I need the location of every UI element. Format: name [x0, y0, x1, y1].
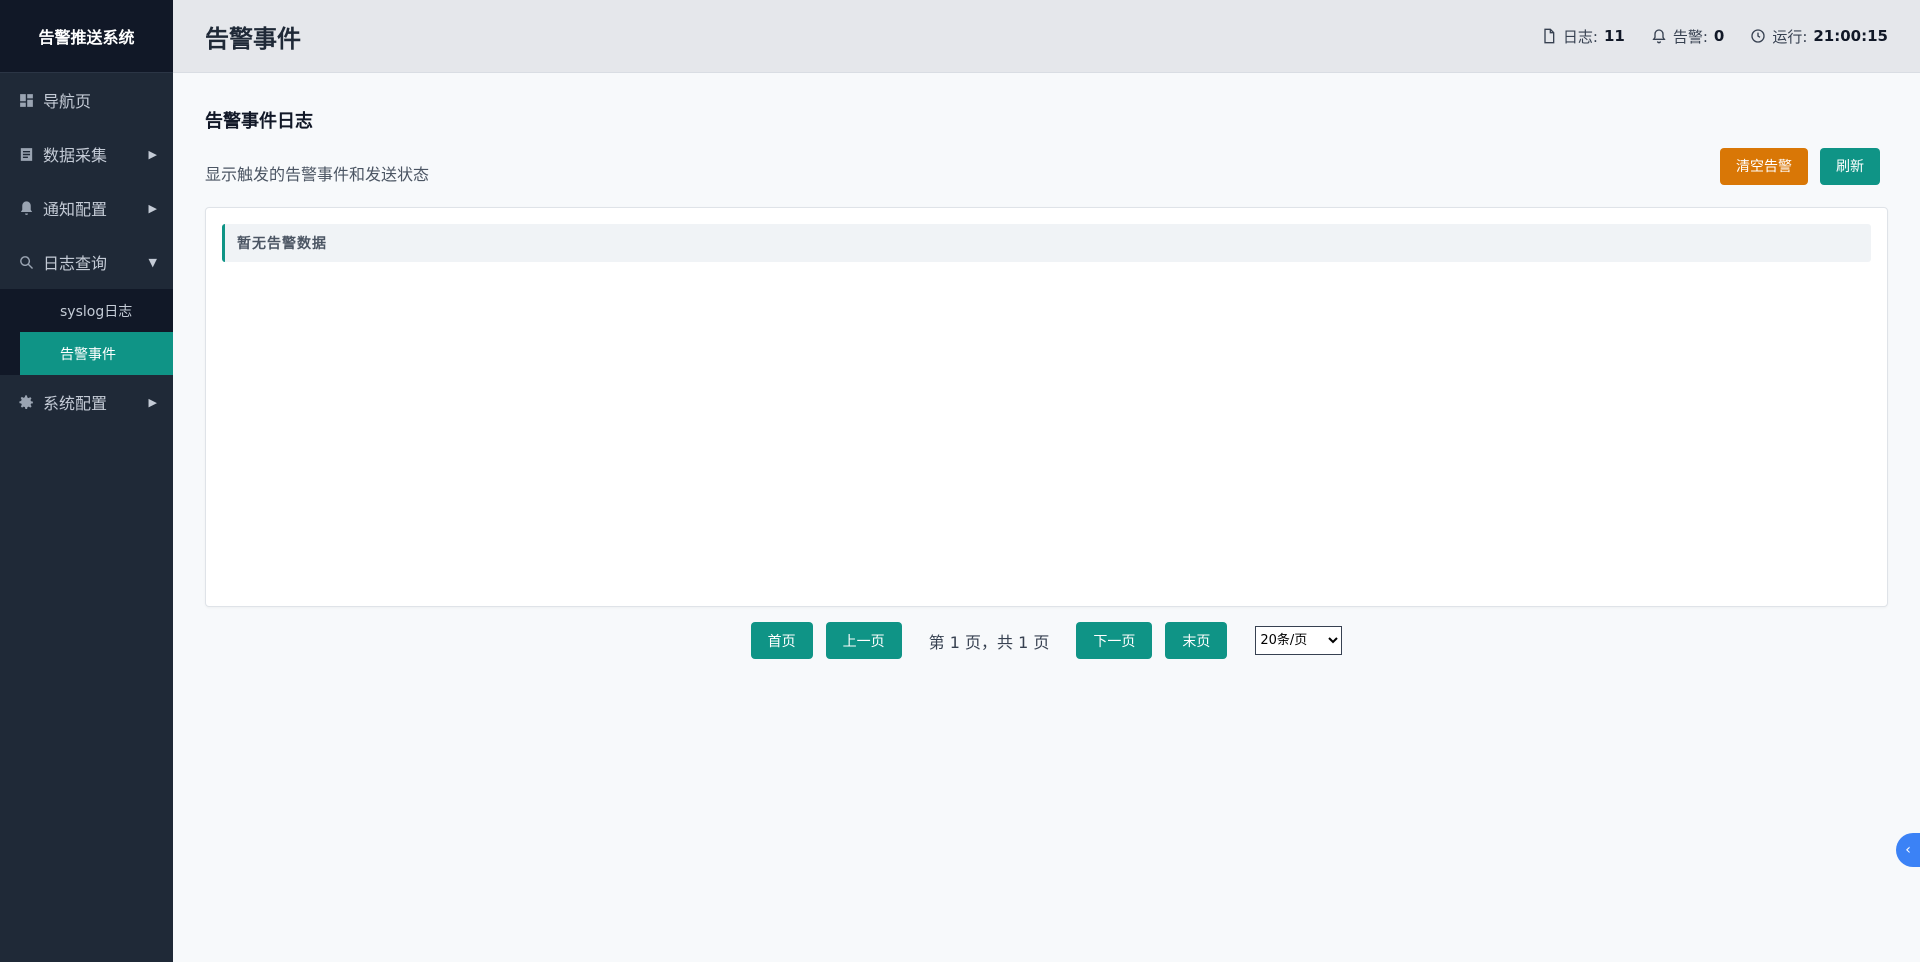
alert-count-value: 0 [1713, 27, 1725, 45]
last-page-button[interactable]: 末页 [1165, 622, 1228, 659]
next-page-button[interactable]: 下一页 [1076, 622, 1153, 659]
sidebar-item-label: 日志查询 [43, 254, 108, 273]
first-page-button[interactable]: 首页 [750, 622, 813, 659]
content-area: 告警事件日志 显示触发的告警事件和发送状态 清空告警 刷新 暂无告警数据 首页 … [173, 73, 1920, 962]
log-count-value: 11 [1603, 27, 1625, 45]
page-title: 告警事件 [205, 24, 301, 53]
sidebar-item-system-config[interactable]: 系统配置 ▶ [0, 375, 173, 429]
collapse-panel-handle[interactable]: ‹ [1896, 833, 1920, 867]
runtime-stat: 运行: 21:00:15 [1750, 26, 1888, 47]
empty-state-message: 暂无告警数据 [222, 224, 1871, 262]
expand-arrow-icon: ▶ [148, 147, 157, 161]
bell-icon [1652, 29, 1666, 44]
runtime-value: 21:00:15 [1813, 27, 1888, 45]
main-area: 告警事件 日志: 11 告警: 0 运行: 21:00:15 告警事件日志 显示… [173, 0, 1920, 962]
collapse-arrow-icon: ▼ [148, 255, 157, 269]
expand-arrow-icon: ▶ [148, 395, 157, 409]
sidebar-subitem-syslog[interactable]: syslog日志 [0, 289, 173, 332]
sidebar-item-log-query[interactable]: 日志查询 ▼ [0, 235, 173, 289]
page-size-select[interactable]: 20条/页 [1255, 626, 1343, 655]
sidebar-item-label: 通知配置 [43, 200, 108, 219]
log-count-stat: 日志: 11 [1541, 26, 1625, 47]
sidebar-item-notification[interactable]: 通知配置 ▶ [0, 181, 173, 235]
action-buttons: 清空告警 刷新 [1720, 147, 1880, 185]
sidebar: 告警推送系统 导航页 数据采集 ▶ 通知配置 ▶ 日志查询 ▼ syslog日志… [0, 0, 173, 962]
status-stats: 日志: 11 告警: 0 运行: 21:00:15 [1541, 26, 1888, 47]
alert-events-panel: 暂无告警数据 [205, 207, 1888, 607]
sidebar-subitem-alert-events[interactable]: 告警事件 [20, 332, 173, 375]
top-bar: 告警事件 日志: 11 告警: 0 运行: 21:00:15 [173, 0, 1920, 73]
section-title: 告警事件日志 [205, 111, 313, 132]
page-info: 第 1 页，共 1 页 [928, 632, 1050, 652]
clear-alerts-button[interactable]: 清空告警 [1720, 147, 1808, 185]
bell-icon [17, 199, 35, 217]
chevron-left-icon: ‹ [1905, 842, 1911, 858]
alert-count-stat: 告警: 0 [1651, 26, 1725, 47]
section-description: 显示触发的告警事件和发送状态 [205, 165, 430, 184]
alert-count-label: 告警: [1672, 27, 1708, 46]
brand-title: 告警推送系统 [0, 0, 173, 73]
search-icon [17, 253, 35, 271]
clock-icon [1751, 29, 1765, 43]
log-query-submenu: syslog日志 告警事件 [0, 289, 173, 375]
sidebar-item-label: 系统配置 [43, 394, 108, 413]
expand-arrow-icon: ▶ [148, 201, 157, 215]
dashboard-icon [17, 91, 35, 109]
file-icon [1544, 28, 1555, 44]
document-icon [17, 145, 35, 163]
sidebar-item-label: 导航页 [43, 92, 92, 111]
sidebar-item-data-collection[interactable]: 数据采集 ▶ [0, 127, 173, 181]
pagination: 首页 上一页 第 1 页，共 1 页 下一页 末页 20条/页 [205, 622, 1888, 659]
sidebar-item-dashboard[interactable]: 导航页 [0, 73, 173, 127]
refresh-button[interactable]: 刷新 [1820, 147, 1880, 185]
description-row: 显示触发的告警事件和发送状态 清空告警 刷新 [205, 147, 1888, 185]
log-count-label: 日志: [1562, 27, 1598, 46]
app-root: 告警推送系统 导航页 数据采集 ▶ 通知配置 ▶ 日志查询 ▼ syslog日志… [0, 0, 1920, 962]
gear-icon [17, 393, 35, 411]
sidebar-item-label: 数据采集 [43, 146, 108, 165]
prev-page-button[interactable]: 上一页 [825, 622, 902, 659]
runtime-label: 运行: [1772, 27, 1808, 46]
